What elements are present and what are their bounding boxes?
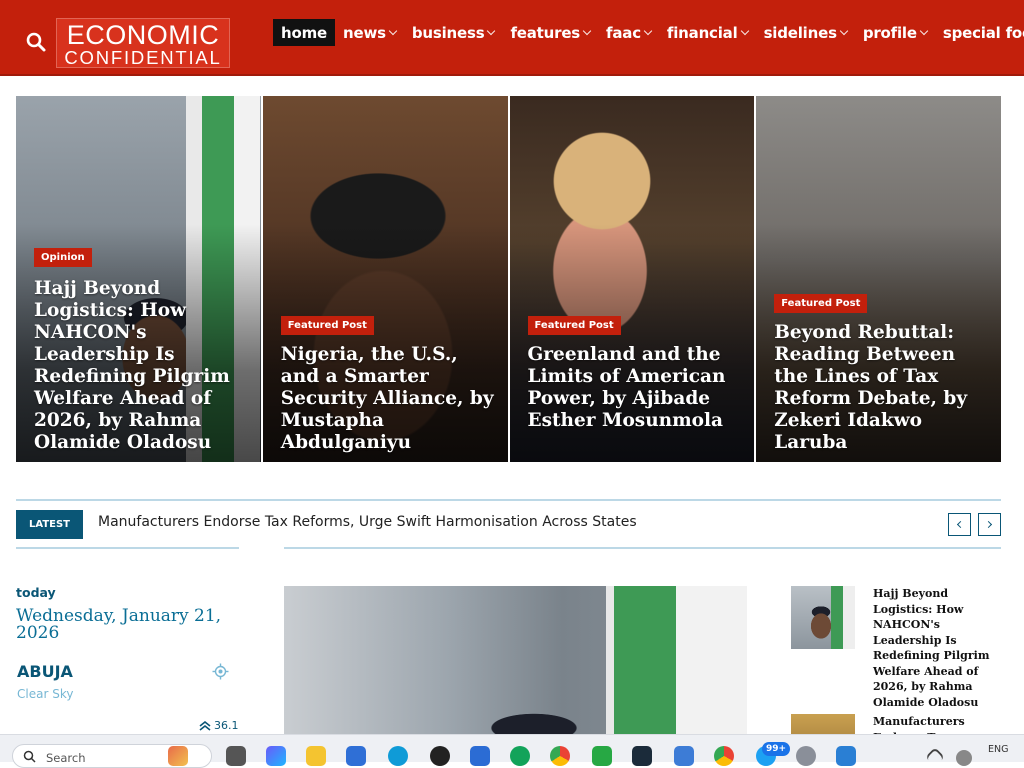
chevron-down-icon xyxy=(740,26,749,35)
chevron-down-icon xyxy=(643,26,653,35)
wind-readout: 36.1 xyxy=(199,719,239,732)
featured-card[interactable]: Opinion Hajj Beyond Logistics: How NAHCO… xyxy=(16,96,261,462)
store-icon[interactable] xyxy=(346,746,366,766)
card-title[interactable]: Greenland and the Limits of American Pow… xyxy=(528,344,743,432)
ticker-headline[interactable]: Manufacturers Endorse Tax Reforms, Urge … xyxy=(98,514,637,530)
category-badge[interactable]: Featured Post xyxy=(774,294,868,313)
wind-value: 36.1 xyxy=(214,719,239,732)
nav-financial[interactable]: financial xyxy=(659,19,756,46)
settings-icon[interactable] xyxy=(796,746,816,766)
article-title[interactable]: Manufacturers Endorse Tax Reforms, Urge.… xyxy=(873,714,1006,734)
chevron-down-icon xyxy=(582,26,592,35)
card-title[interactable]: Beyond Rebuttal: Reading Between the Lin… xyxy=(774,322,989,454)
nav-label: special focus xyxy=(942,23,1024,42)
list-item[interactable]: Manufacturers Endorse Tax Reforms, Urge.… xyxy=(791,714,1006,734)
category-badge[interactable]: Opinion xyxy=(34,248,92,267)
nav-label: business xyxy=(411,23,485,42)
chevron-down-icon xyxy=(487,26,496,35)
logo-line-1: ECONOMIC xyxy=(66,20,220,50)
divider xyxy=(284,547,1001,549)
nav-label: financial xyxy=(666,23,738,42)
site-header: ECONOMIC CONFIDENTIAL home news business… xyxy=(0,0,1024,76)
featured-card[interactable]: Featured Post Greenland and the Limits o… xyxy=(509,96,755,462)
grammarly-icon[interactable] xyxy=(510,746,530,766)
app-icon[interactable] xyxy=(836,746,856,766)
current-date: Wednesday, January 21, 2026 xyxy=(16,606,222,643)
nav-label: news xyxy=(343,23,386,42)
edge-icon[interactable] xyxy=(388,746,408,766)
nav-home[interactable]: home xyxy=(273,19,335,46)
list-item[interactable]: Hajj Beyond Logistics: How NAHCON's Lead… xyxy=(791,586,1006,709)
wind-icon xyxy=(199,720,211,731)
nav-business[interactable]: business xyxy=(404,19,503,46)
ticker-prev-button[interactable] xyxy=(948,513,971,536)
chevron-left-icon xyxy=(956,520,965,529)
main-nav: home news business features faac financi… xyxy=(273,19,1024,46)
featured-card[interactable]: Featured Post Beyond Rebuttal: Reading B… xyxy=(756,96,1001,462)
weather-condition: Clear Sky xyxy=(17,687,74,701)
category-badge[interactable]: Featured Post xyxy=(527,316,621,335)
file-explorer-icon[interactable] xyxy=(306,746,326,766)
locate-icon[interactable] xyxy=(212,663,229,680)
nav-news[interactable]: news xyxy=(335,19,404,46)
card-title[interactable]: Nigeria, the U.S., and a Smarter Securit… xyxy=(281,344,496,454)
chevron-down-icon xyxy=(919,26,929,35)
article-title[interactable]: Hajj Beyond Logistics: How NAHCON's Lead… xyxy=(873,586,1007,710)
notification-badge: 99+ xyxy=(762,742,791,756)
network-icon[interactable] xyxy=(956,750,972,766)
chevron-down-icon xyxy=(388,26,398,35)
taskbar-search-placeholder: Search xyxy=(46,751,86,765)
divider xyxy=(16,499,1001,501)
app-icon[interactable] xyxy=(592,746,612,766)
chevron-down-icon xyxy=(839,26,849,35)
nav-sidelines[interactable]: sidelines xyxy=(756,19,855,46)
chrome-icon[interactable] xyxy=(550,746,570,766)
card-title[interactable]: Hajj Beyond Logistics: How NAHCON's Lead… xyxy=(34,278,249,454)
nav-faac[interactable]: faac xyxy=(598,19,659,46)
today-label: today xyxy=(16,585,56,600)
featured-grid: Opinion Hajj Beyond Logistics: How NAHCO… xyxy=(16,96,1001,462)
notepad-icon[interactable] xyxy=(674,746,694,766)
main-article-image[interactable] xyxy=(284,586,747,734)
widget-icon[interactable] xyxy=(168,746,188,766)
search-icon[interactable] xyxy=(24,30,48,54)
article-thumbnail xyxy=(791,586,855,649)
chatgpt-icon[interactable] xyxy=(430,746,450,766)
microsoft-store-icon[interactable] xyxy=(470,746,490,766)
nav-profile[interactable]: profile xyxy=(855,19,935,46)
search-icon xyxy=(23,750,36,763)
site-logo[interactable]: ECONOMIC CONFIDENTIAL xyxy=(56,18,230,68)
nav-label: profile xyxy=(862,23,917,42)
language-indicator[interactable]: ENG xyxy=(988,744,1008,755)
chevron-right-icon xyxy=(984,520,993,529)
copilot-icon[interactable] xyxy=(266,746,286,766)
featured-card[interactable]: Featured Post Nigeria, the U.S., and a S… xyxy=(262,96,508,462)
chrome-icon[interactable] xyxy=(714,746,734,766)
app-icon[interactable] xyxy=(632,746,652,766)
category-badge[interactable]: Featured Post xyxy=(280,316,374,335)
nav-label: faac xyxy=(606,23,641,42)
nav-label: features xyxy=(510,23,581,42)
logo-line-2: CONFIDENTIAL xyxy=(64,47,222,68)
nav-label: sidelines xyxy=(763,23,837,42)
nav-features[interactable]: features xyxy=(502,19,598,46)
task-view-icon[interactable] xyxy=(226,746,246,766)
ticker-next-button[interactable] xyxy=(978,513,1001,536)
nav-label: home xyxy=(281,23,327,42)
divider xyxy=(16,547,239,549)
nav-special-focus[interactable]: special focus xyxy=(935,19,1024,46)
weather-city: ABUJA xyxy=(17,662,73,681)
latest-label: LATEST xyxy=(16,510,83,539)
article-thumbnail xyxy=(791,714,855,734)
